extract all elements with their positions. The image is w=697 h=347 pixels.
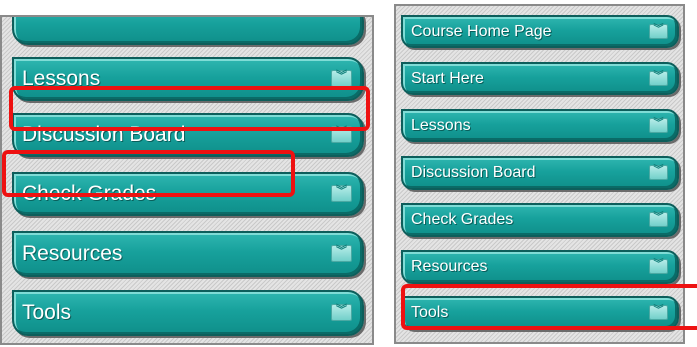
menu-item-discussion-board[interactable]: Discussion Board ︾ bbox=[12, 113, 364, 157]
menu-item-label: Start Here bbox=[411, 69, 484, 87]
menu-item-label: Resources bbox=[22, 242, 123, 265]
chevron-down-icon[interactable]: ︾ bbox=[649, 165, 668, 180]
menu-item-label: Check Grades bbox=[22, 182, 157, 205]
menu-item-resources[interactable]: Resources ︾ bbox=[401, 250, 679, 284]
menu-item-cut-off[interactable] bbox=[12, 17, 364, 45]
menu-item-start-here[interactable]: Start Here ︾ bbox=[401, 62, 679, 95]
menu-item-label: Tools bbox=[22, 301, 72, 324]
chevron-down-icon[interactable]: ︾ bbox=[649, 23, 668, 39]
menu-item-check-grades[interactable]: Check Grades ︾ bbox=[401, 203, 679, 237]
chevron-down-icon[interactable]: ︾ bbox=[331, 126, 352, 143]
menu-item-lessons[interactable]: Lessons ︾ bbox=[401, 109, 679, 142]
menu-item-tools[interactable]: Tools ︾ bbox=[401, 296, 679, 330]
chevron-down-icon[interactable]: ︾ bbox=[331, 245, 352, 262]
menu-item-tools[interactable]: Tools ︾ bbox=[12, 290, 364, 336]
right-course-menu-panel: Course Home Page ︾ Start Here ︾ Lessons … bbox=[394, 4, 685, 344]
menu-item-discussion-board[interactable]: Discussion Board ︾ bbox=[401, 156, 679, 190]
menu-item-label: Course Home Page bbox=[411, 22, 552, 40]
menu-item-check-grades[interactable]: Check Grades ︾ bbox=[12, 172, 364, 216]
chevron-down-icon[interactable]: ︾ bbox=[649, 305, 668, 320]
menu-item-label: Tools bbox=[411, 304, 449, 321]
chevron-down-icon[interactable]: ︾ bbox=[649, 117, 668, 133]
menu-item-lessons[interactable]: Lessons ︾ bbox=[12, 57, 364, 101]
menu-item-resources[interactable]: Resources ︾ bbox=[12, 231, 364, 277]
menu-item-label: Lessons bbox=[411, 116, 471, 134]
menu-item-label: Check Grades bbox=[411, 211, 514, 228]
menu-item-label: Lessons bbox=[22, 67, 101, 90]
chevron-down-icon[interactable]: ︾ bbox=[331, 185, 352, 202]
menu-item-label: Discussion Board bbox=[411, 164, 536, 181]
chevron-down-icon[interactable]: ︾ bbox=[649, 70, 668, 86]
left-course-menu-panel: Lessons ︾ Discussion Board ︾ Check Grade… bbox=[0, 15, 374, 345]
menu-item-label: Discussion Board bbox=[22, 123, 186, 146]
chevron-down-icon[interactable]: ︾ bbox=[649, 212, 668, 227]
menu-item-label: Resources bbox=[411, 258, 488, 275]
chevron-down-icon[interactable]: ︾ bbox=[331, 304, 352, 321]
chevron-down-icon[interactable]: ︾ bbox=[649, 259, 668, 274]
menu-item-course-home-page[interactable]: Course Home Page ︾ bbox=[401, 15, 679, 48]
chevron-down-icon[interactable]: ︾ bbox=[331, 70, 352, 87]
